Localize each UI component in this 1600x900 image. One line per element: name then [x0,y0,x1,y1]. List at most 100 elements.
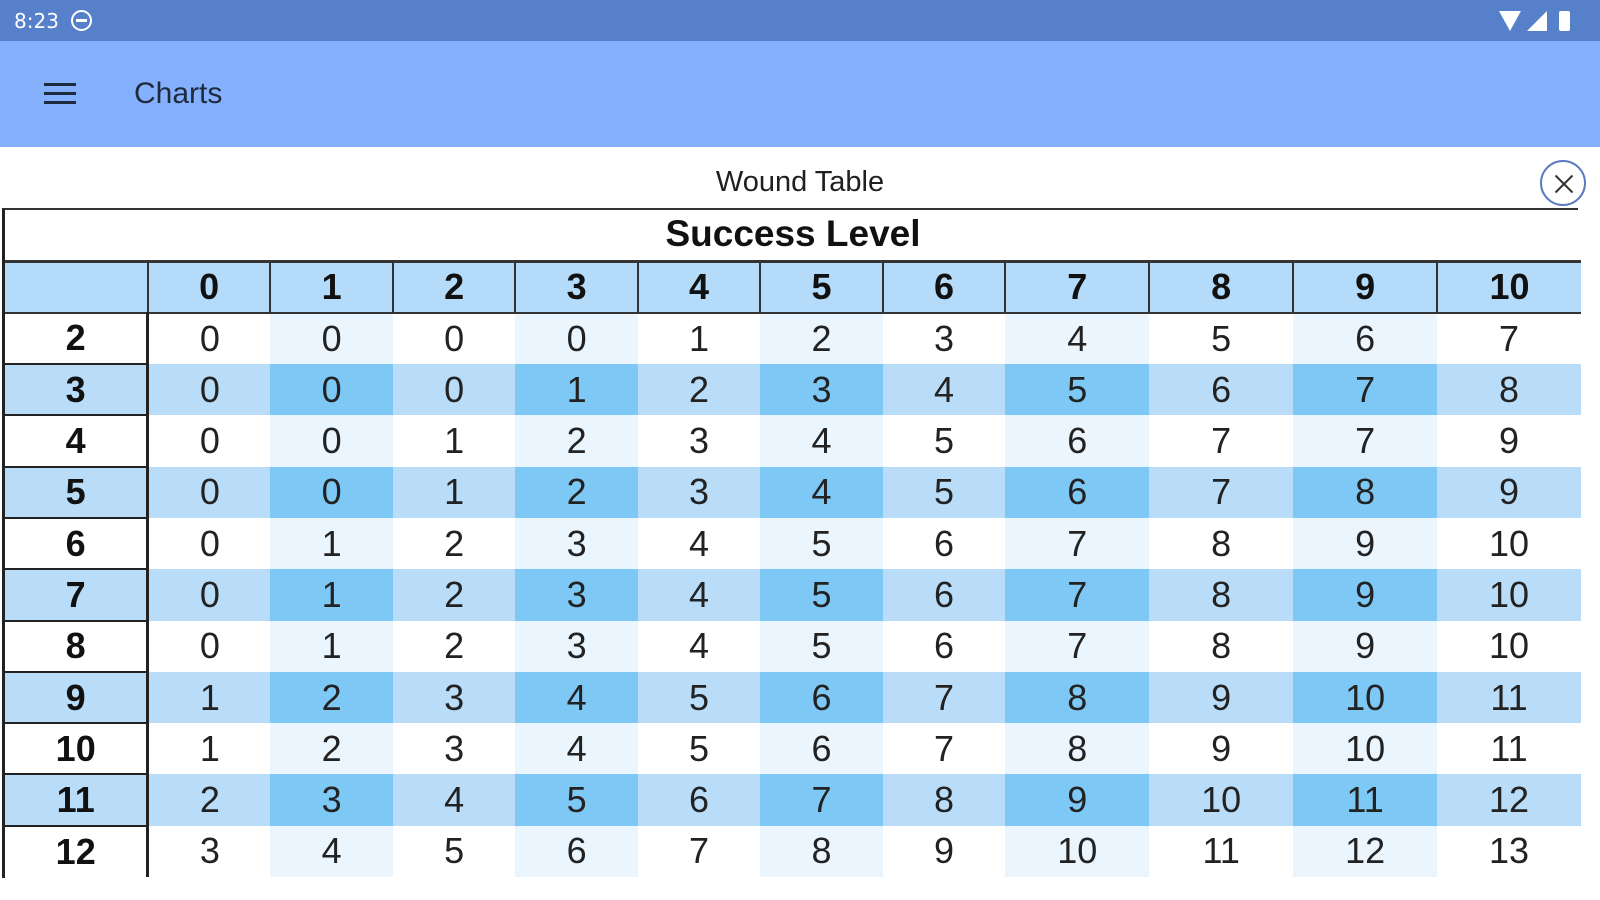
table-row: 500123456789 [5,466,1581,519]
table-cell: 0 [270,466,393,518]
table-cell: 9 [1005,774,1150,826]
table-cell: 1 [270,517,393,570]
table-cell: 4 [392,774,516,826]
status-icons [1499,9,1570,33]
table-cell: 0 [147,364,271,416]
table-cell: 0 [147,415,271,467]
table-cell: 8 [882,774,1006,826]
table-cell: 10 [1293,723,1438,775]
table-cell: 3 [392,671,516,724]
table-cell: 2 [392,620,516,672]
table-cell: 9 [882,825,1006,878]
column-header: 10 [1436,259,1581,314]
table-cell: 4 [270,825,393,878]
table-cell: 2 [515,466,638,518]
table-cell: 5 [637,723,761,775]
table-cell: 7 [882,671,1006,724]
app-title: Charts [134,77,223,110]
table-cell: 6 [760,723,883,775]
table-cell: 5 [1149,312,1294,365]
column-header: 3 [514,259,638,314]
table-cell: 6 [515,825,638,878]
column-header: 8 [1148,259,1294,314]
table-cell: 2 [270,723,393,775]
table-row: 400123456779 [5,415,1581,468]
column-header: 1 [269,259,393,314]
table-cell: 1 [270,569,393,621]
table-cell: 10 [1149,774,1294,826]
table-cell: 3 [882,312,1006,365]
row-header: 11 [5,774,150,827]
close-icon[interactable] [1540,160,1586,206]
table-cell: 6 [1005,415,1150,467]
table-row: 12 3 4 5 6 7 8 9 10 11 12 13 [5,825,1581,878]
wifi-icon [1499,11,1521,31]
table-cell: 7 [1293,415,1438,467]
table-cell: 8 [1293,466,1438,518]
table-cell: 7 [1293,364,1438,416]
table-cell: 7 [1005,517,1150,570]
table-cell: 6 [760,671,883,724]
table-cell: 9 [1437,415,1581,467]
table-cell: 12 [1293,825,1438,878]
table-cell: 6 [882,569,1006,621]
column-header: 6 [881,259,1006,314]
corner-cell [5,259,148,314]
table-row: 6 0 1 2 3 4 5 6 7 8 9 10 [5,517,1581,571]
table-cell: 0 [147,569,271,621]
table-row: 8 0 1 2 3 4 5 6 7 8 9 10 [5,620,1581,673]
table-cell: 0 [392,364,516,416]
dnd-icon [71,10,92,31]
row-header: 10 [5,723,150,776]
table-cell: 1 [392,415,516,467]
column-header: 2 [391,259,516,314]
table-cell: 7 [1005,620,1150,672]
row-header: 3 [5,364,150,417]
table-cell: 9 [1149,723,1294,775]
table-cell: 0 [147,517,271,570]
table-cell: 5 [1005,364,1150,416]
table-caption: Success Level [665,213,921,254]
hamburger-menu-icon[interactable] [30,66,90,122]
table-cell: 3 [637,466,761,518]
column-header: 7 [1004,259,1150,314]
table-cell: 3 [760,364,883,416]
table-cell: 1 [637,312,761,365]
battery-icon [1559,11,1570,31]
column-header: 9 [1292,259,1438,314]
table-cell: 7 [1005,569,1150,621]
dialog-title: Wound Table [715,166,885,198]
table-cell: 4 [760,415,883,467]
table-cell: 7 [760,774,883,826]
table-cell: 0 [270,364,393,416]
table-cell: 1 [147,723,271,775]
table-cell: 0 [270,415,393,467]
table-cell: 7 [882,723,1006,775]
table-cell: 2 [637,364,761,416]
table-cell: 2 [392,517,516,570]
table-cell: 10 [1437,517,1581,570]
row-header: 12 [5,825,150,878]
table-cell: 12 [1437,774,1581,826]
table-cell: 3 [637,415,761,467]
table-cell: 0 [147,466,271,518]
table-cell: 1 [147,671,271,724]
table-row: 10 1 2 3 4 5 6 7 8 9 10 11 [5,723,1581,776]
table-cell: 6 [882,517,1006,570]
table-cell: 3 [147,825,271,878]
row-header: 8 [5,620,150,673]
table-cell: 9 [1149,671,1294,724]
table-cell: 2 [147,774,271,826]
table-cell: 10 [1005,825,1150,878]
column-header: 0 [146,259,271,314]
table-cell: 9 [1293,620,1438,672]
table-cell: 4 [515,671,638,724]
table-cell: 3 [392,723,516,775]
table-cell: 5 [760,620,883,672]
table-cell: 4 [882,364,1006,416]
table-cell: 8 [1149,569,1294,621]
wound-table: Success Level 0 1 2 3 4 5 6 7 8 9 10 2000012345673… [2,208,1581,878]
table-cell: 5 [637,671,761,724]
row-header: 9 [5,671,150,725]
table-cell: 5 [882,466,1006,518]
